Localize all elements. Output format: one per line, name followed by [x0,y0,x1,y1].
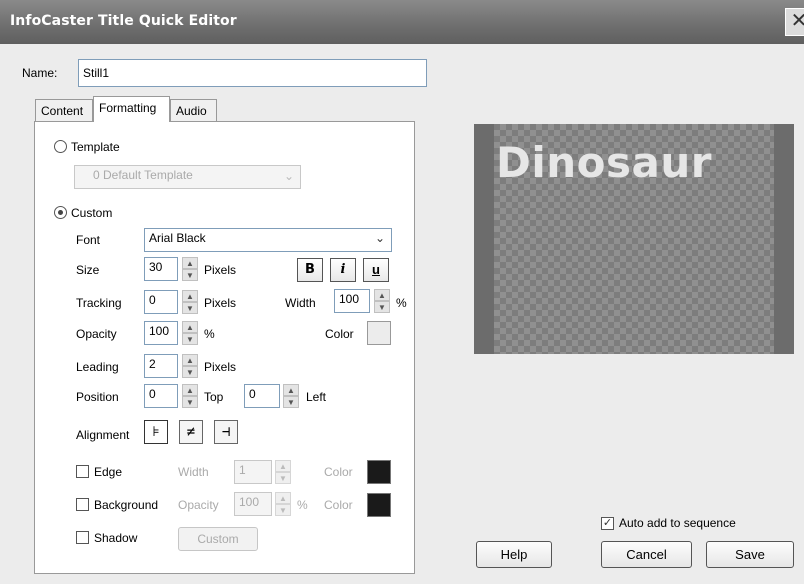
align-left-icon: ⊧ [152,424,160,440]
edge-width-label: Width [178,465,209,479]
help-button[interactable]: Help [476,541,552,568]
leading-label: Leading [76,360,119,374]
tracking-label: Tracking [76,296,122,310]
tracking-spinner[interactable]: ▲ ▼ [182,290,198,314]
tab-content[interactable]: Content [35,99,93,121]
template-label: Template [71,140,120,154]
title-bar: InfoCaster Title Quick Editor ✕ [0,0,804,44]
background-label: Background [94,498,159,512]
edge-width-input[interactable]: 1 [234,460,272,484]
edge-label: Edge [94,465,123,479]
background-checkbox[interactable] [76,498,89,511]
edge-color-swatch[interactable] [367,460,391,484]
chevron-down-icon: ⌄ [374,231,385,245]
background-opacity-spinner[interactable]: ▲ ▼ [275,492,291,516]
close-icon: ✕ [790,10,804,32]
tracking-input[interactable]: 0 [144,290,178,314]
template-select[interactable]: 0 Default Template ⌄ [74,165,301,189]
auto-add-checkbox[interactable]: ✓ [601,517,614,530]
size-unit: Pixels [204,263,237,277]
font-label: Font [76,233,101,247]
underline-button[interactable]: u [363,258,389,282]
background-opacity-input[interactable]: 100 [234,492,272,516]
opacity-spinner[interactable]: ▲ ▼ [182,321,198,345]
italic-button[interactable]: i [330,258,356,282]
edge-color-label: Color [324,465,353,479]
close-button[interactable]: ✕ [785,8,804,36]
position-left-input[interactable]: 0 [244,384,280,408]
opacity-unit: % [204,327,215,341]
size-spinner[interactable]: ▲ ▼ [182,257,198,281]
alignment-label: Alignment [76,428,130,442]
edge-checkbox[interactable] [76,465,89,478]
font-select[interactable]: Arial Black ⌄ [144,228,392,252]
background-color-label: Color [324,498,353,512]
background-color-swatch[interactable] [367,493,391,517]
position-top-label: Top [204,390,224,404]
width-input[interactable]: 100 [334,289,370,313]
opacity-label: Opacity [76,327,117,341]
position-label: Position [76,390,119,404]
width-label: Width [285,296,316,310]
position-left-label: Left [306,390,327,404]
align-left-button[interactable]: ⊧ [144,420,168,444]
background-opacity-unit: % [297,498,308,512]
size-label: Size [76,263,100,277]
align-center-button[interactable]: ≠ [179,420,203,444]
shadow-custom-button[interactable]: Custom [178,527,258,551]
tab-audio[interactable]: Audio [170,99,217,121]
leading-input[interactable]: 2 [144,354,178,378]
position-top-input[interactable]: 0 [144,384,178,408]
bold-button[interactable]: B [297,258,323,282]
save-button[interactable]: Save [706,541,794,568]
align-right-icon: ⊣ [221,424,231,440]
shadow-checkbox[interactable] [76,531,89,544]
window-title: InfoCaster Title Quick Editor [10,13,237,29]
font-select-value: Arial Black [149,231,206,245]
custom-label: Custom [71,206,113,220]
text-color-swatch[interactable] [367,321,391,345]
template-radio[interactable] [54,140,67,153]
title-preview: Dinosaur [474,124,794,354]
name-label: Name: [22,66,58,80]
position-top-spinner[interactable]: ▲ ▼ [182,384,198,408]
align-right-button[interactable]: ⊣ [214,420,238,444]
width-spinner[interactable]: ▲ ▼ [374,289,390,313]
leading-spinner[interactable]: ▲ ▼ [182,354,198,378]
tab-formatting[interactable]: Formatting [93,96,170,122]
width-unit: % [396,296,407,310]
shadow-label: Shadow [94,531,138,545]
position-left-spinner[interactable]: ▲ ▼ [283,384,299,408]
chevron-down-icon: ⌄ [283,169,294,183]
auto-add-label: Auto add to sequence [619,516,736,530]
leading-unit: Pixels [204,360,237,374]
background-opacity-label: Opacity [178,498,219,512]
custom-radio[interactable] [54,206,67,219]
color-label: Color [325,327,354,341]
cancel-button[interactable]: Cancel [601,541,692,568]
name-input[interactable]: Still1 [78,59,427,87]
template-select-value: 0 Default Template [93,168,193,182]
preview-text: Dinosaur [496,138,712,187]
tracking-unit: Pixels [204,296,237,310]
opacity-input[interactable]: 100 [144,321,178,345]
align-center-icon: ≠ [186,424,196,440]
size-input[interactable]: 30 [144,257,178,281]
edge-width-spinner[interactable]: ▲ ▼ [275,460,291,484]
